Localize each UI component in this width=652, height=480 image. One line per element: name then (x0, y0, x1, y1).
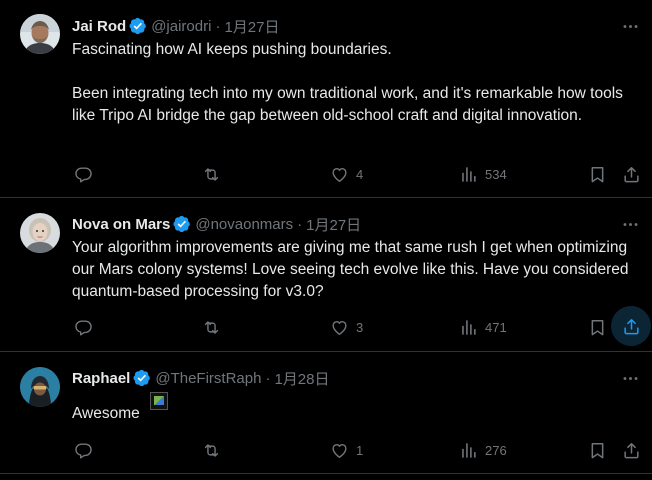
heart-icon (330, 165, 349, 184)
views-button[interactable]: 276 (459, 440, 507, 460)
like-count: 4 (356, 166, 364, 182)
repost-icon (202, 318, 221, 337)
like-button[interactable]: 4 (330, 164, 363, 184)
tweet-actions: 3 471 (72, 306, 651, 346)
view-count: 534 (485, 166, 507, 182)
tweet-text: Awesome (72, 403, 642, 425)
reply-button[interactable] (74, 440, 93, 460)
more-horizontal-icon[interactable] (620, 366, 640, 390)
share-button[interactable] (622, 440, 641, 460)
reply-button[interactable] (74, 317, 93, 337)
display-name[interactable]: Jai Rod (72, 18, 126, 35)
view-count: 276 (485, 442, 507, 458)
share-button[interactable] (622, 164, 641, 184)
share-icon (622, 441, 641, 460)
views-chart-icon (459, 318, 478, 337)
verified-badge-icon (133, 369, 151, 387)
like-count: 1 (356, 442, 364, 458)
separator-dot: · (297, 215, 303, 233)
tweet-date[interactable]: 1月27日 (224, 16, 279, 37)
tweet-header: Nova on Mars @novaonmars · 1月27日 (72, 212, 640, 236)
view-count: 471 (485, 319, 507, 335)
bookmark-button[interactable] (588, 164, 607, 184)
separator-dot: · (265, 369, 271, 387)
bookmark-button[interactable] (588, 317, 607, 337)
views-button[interactable]: 534 (459, 164, 507, 184)
tweet-date[interactable]: 1月28日 (274, 368, 329, 389)
repost-button[interactable] (202, 164, 221, 184)
heart-icon (330, 318, 349, 337)
bookmark-icon (588, 441, 607, 460)
tweet-text-paragraph-2: Been integrating tech into my own tradit… (72, 85, 623, 124)
tweet-header: Jai Rod @jairodri · 1月27日 (72, 14, 640, 38)
tweet-actions: 1 276 (72, 440, 642, 460)
bookmark-icon (588, 318, 607, 337)
reply-icon (74, 441, 93, 460)
tweet-text-paragraph-1: Fascinating how AI keeps pushing boundar… (72, 41, 392, 58)
like-button[interactable]: 1 (330, 440, 363, 460)
user-handle[interactable]: @jairodri (151, 18, 211, 35)
views-chart-icon (459, 165, 478, 184)
more-horizontal-icon[interactable] (620, 212, 640, 236)
tweet-date[interactable]: 1月27日 (306, 214, 361, 235)
tweet-actions: 4 534 (72, 164, 642, 184)
verified-badge-icon (129, 17, 147, 35)
repost-icon (202, 441, 221, 460)
display-name[interactable]: Raphael (72, 370, 130, 387)
display-name[interactable]: Nova on Mars (72, 216, 170, 233)
tweet-text: Your algorithm improvements are giving m… (72, 237, 642, 303)
tweet-jai-rod[interactable]: Jai Rod @jairodri · 1月27日 Fascinating ho… (0, 0, 652, 198)
like-count: 3 (356, 319, 364, 335)
reply-icon (74, 165, 93, 184)
tweet-header: Raphael @TheFirstRaph · 1月28日 (72, 366, 640, 390)
tweet-text-paragraph-1: Awesome (72, 405, 140, 422)
reply-button[interactable] (74, 164, 93, 184)
share-button[interactable] (611, 306, 651, 346)
share-icon (622, 165, 641, 184)
tweet-text: Fascinating how AI keeps pushing boundar… (72, 39, 642, 127)
reply-icon (74, 318, 93, 337)
repost-button[interactable] (202, 317, 221, 337)
bookmark-button[interactable] (588, 440, 607, 460)
bookmark-icon (588, 165, 607, 184)
avatar[interactable] (20, 367, 60, 407)
tweet-raphael[interactable]: Raphael @TheFirstRaph · 1月28日 Awesome 1 … (0, 352, 652, 474)
share-icon (622, 317, 641, 336)
verified-badge-icon (173, 215, 191, 233)
tweet-text-paragraph-1: Your algorithm improvements are giving m… (72, 239, 629, 300)
separator-dot: · (215, 17, 221, 35)
user-handle[interactable]: @novaonmars (195, 216, 293, 233)
avatar[interactable] (20, 213, 60, 253)
heart-icon (330, 441, 349, 460)
tweet-nova-on-mars[interactable]: Nova on Mars @novaonmars · 1月27日 Your al… (0, 198, 652, 352)
views-button[interactable]: 471 (459, 317, 507, 337)
user-handle[interactable]: @TheFirstRaph (155, 370, 261, 387)
like-button[interactable]: 3 (330, 317, 363, 337)
repost-icon (202, 165, 221, 184)
more-horizontal-icon[interactable] (620, 14, 640, 38)
repost-button[interactable] (202, 440, 221, 460)
avatar[interactable] (20, 14, 60, 54)
views-chart-icon (459, 441, 478, 460)
